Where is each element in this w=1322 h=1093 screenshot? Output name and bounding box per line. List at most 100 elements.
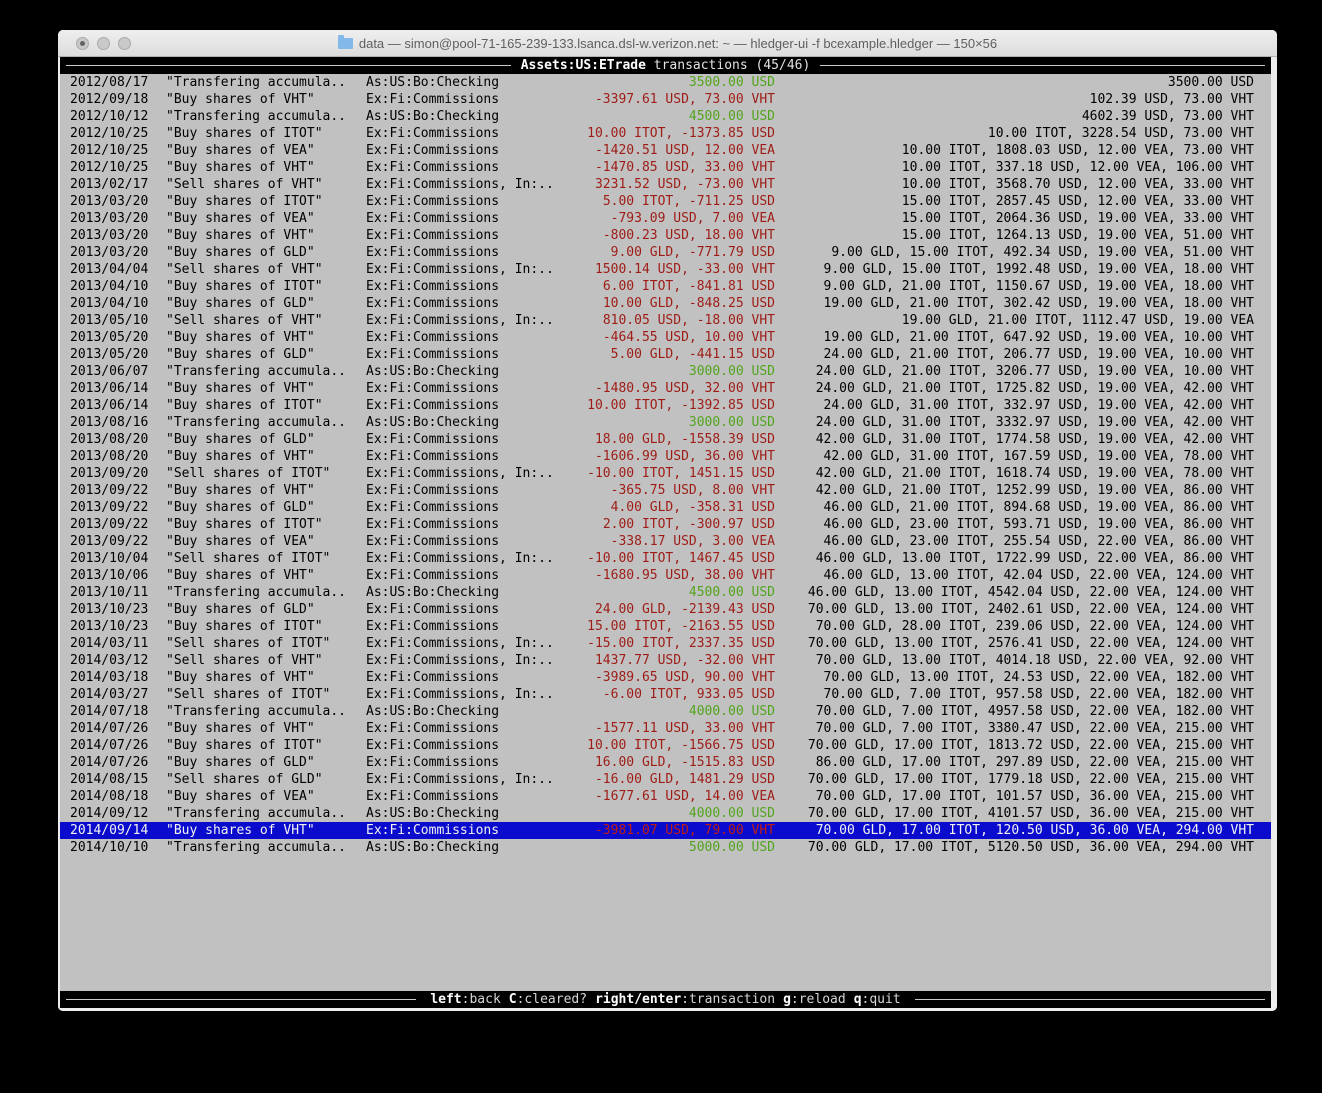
zoom-button[interactable] [118, 37, 131, 50]
txn-date: 2014/03/11 [70, 635, 166, 652]
txn-description: "Buy shares of GLD" [166, 346, 366, 363]
txn-date: 2013/06/07 [70, 363, 166, 380]
txn-description: "Buy shares of VHT" [166, 91, 366, 108]
txn-balance: 46.00 GLD, 23.00 ITOT, 593.71 USD, 19.00… [775, 516, 1271, 533]
transaction-row[interactable]: 2013/10/04"Sell shares of ITOT"Ex:Fi:Com… [60, 550, 1271, 567]
transaction-row[interactable]: 2014/07/26"Buy shares of VHT"Ex:Fi:Commi… [60, 720, 1271, 737]
hledger-ui-screen: Assets:US:ETrade transactions (45/46) 20… [60, 57, 1271, 1008]
transaction-row[interactable]: 2013/08/20"Buy shares of VHT"Ex:Fi:Commi… [60, 448, 1271, 465]
border-line [66, 999, 416, 1000]
transaction-row[interactable]: 2012/10/12"Transfering accumula..As:US:B… [60, 108, 1271, 125]
transaction-row[interactable]: 2013/05/10"Sell shares of VHT"Ex:Fi:Comm… [60, 312, 1271, 329]
transaction-row[interactable]: 2013/04/10"Buy shares of GLD"Ex:Fi:Commi… [60, 295, 1271, 312]
transaction-row[interactable]: 2014/07/26"Buy shares of ITOT"Ex:Fi:Comm… [60, 737, 1271, 754]
transaction-row[interactable]: 2012/10/25"Buy shares of ITOT"Ex:Fi:Comm… [60, 125, 1271, 142]
transaction-row[interactable]: 2013/09/22"Buy shares of VEA"Ex:Fi:Commi… [60, 533, 1271, 550]
transaction-row[interactable]: 2013/03/20"Buy shares of VEA"Ex:Fi:Commi… [60, 210, 1271, 227]
transaction-row[interactable]: 2013/08/20"Buy shares of GLD"Ex:Fi:Commi… [60, 431, 1271, 448]
txn-description: "Transfering accumula.. [166, 108, 366, 125]
txn-description: "Buy shares of ITOT" [166, 278, 366, 295]
txn-balance: 10.00 ITOT, 3228.54 USD, 73.00 VHT [775, 125, 1271, 142]
transaction-row[interactable]: 2014/09/12"Transfering accumula..As:US:B… [60, 805, 1271, 822]
txn-date: 2013/10/04 [70, 550, 166, 567]
transaction-row[interactable]: 2013/06/14"Buy shares of VHT"Ex:Fi:Commi… [60, 380, 1271, 397]
txn-description: "Transfering accumula.. [166, 839, 366, 856]
traffic-lights [76, 30, 131, 56]
transaction-row[interactable]: 2013/03/20"Buy shares of VHT"Ex:Fi:Commi… [60, 227, 1271, 244]
txn-balance: 24.00 GLD, 21.00 ITOT, 206.77 USD, 19.00… [775, 346, 1271, 363]
transaction-row[interactable]: 2014/03/27"Sell shares of ITOT"Ex:Fi:Com… [60, 686, 1271, 703]
txn-description: "Buy shares of VHT" [166, 669, 366, 686]
transaction-row[interactable]: 2014/03/12"Sell shares of VHT"Ex:Fi:Comm… [60, 652, 1271, 669]
transaction-row[interactable]: 2014/03/18"Buy shares of VHT"Ex:Fi:Commi… [60, 669, 1271, 686]
transaction-row[interactable]: 2013/06/07"Transfering accumula..As:US:B… [60, 363, 1271, 380]
txn-change: -1577.11 USD, 33.00 VHT [586, 720, 775, 737]
txn-balance: 9.00 GLD, 15.00 ITOT, 492.34 USD, 19.00 … [775, 244, 1271, 261]
txn-other-accounts: Ex:Fi:Commissions [366, 720, 586, 737]
transaction-row[interactable]: 2012/10/25"Buy shares of VHT"Ex:Fi:Commi… [60, 159, 1271, 176]
transaction-row[interactable]: 2012/08/17"Transfering accumula..As:US:B… [60, 74, 1271, 91]
txn-other-accounts: Ex:Fi:Commissions [366, 499, 586, 516]
transaction-row[interactable]: 2013/09/22"Buy shares of VHT"Ex:Fi:Commi… [60, 482, 1271, 499]
help-key: q [854, 992, 862, 1007]
transaction-row[interactable]: 2013/10/11"Transfering accumula..As:US:B… [60, 584, 1271, 601]
txn-other-accounts: Ex:Fi:Commissions [366, 397, 586, 414]
transaction-row[interactable]: 2014/08/15"Sell shares of GLD"Ex:Fi:Comm… [60, 771, 1271, 788]
txn-other-accounts: Ex:Fi:Commissions [366, 295, 586, 312]
transaction-row[interactable]: 2014/08/18"Buy shares of VEA"Ex:Fi:Commi… [60, 788, 1271, 805]
transaction-row[interactable]: 2013/03/20"Buy shares of ITOT"Ex:Fi:Comm… [60, 193, 1271, 210]
txn-description: "Transfering accumula.. [166, 414, 366, 431]
minimize-button[interactable] [97, 37, 110, 50]
txn-date: 2013/03/20 [70, 227, 166, 244]
transaction-row[interactable]: 2014/07/18"Transfering accumula..As:US:B… [60, 703, 1271, 720]
txn-change: -793.09 USD, 7.00 VEA [586, 210, 775, 227]
transaction-row[interactable]: 2013/10/23"Buy shares of ITOT"Ex:Fi:Comm… [60, 618, 1271, 635]
transaction-row[interactable]: 2014/09/14"Buy shares of VHT"Ex:Fi:Commi… [60, 822, 1271, 839]
txn-date: 2013/03/20 [70, 210, 166, 227]
transaction-row[interactable]: 2013/10/23"Buy shares of GLD"Ex:Fi:Commi… [60, 601, 1271, 618]
transaction-row[interactable]: 2013/09/22"Buy shares of GLD"Ex:Fi:Commi… [60, 499, 1271, 516]
transaction-row[interactable]: 2013/05/20"Buy shares of GLD"Ex:Fi:Commi… [60, 346, 1271, 363]
txn-change: 24.00 GLD, -2139.43 USD [586, 601, 775, 618]
txn-change: -10.00 ITOT, 1467.45 USD [586, 550, 775, 567]
txn-date: 2013/02/17 [70, 176, 166, 193]
txn-description: "Buy shares of VEA" [166, 788, 366, 805]
txn-other-accounts: Ex:Fi:Commissions, In:.. [366, 550, 586, 567]
txn-description: "Buy shares of VHT" [166, 822, 366, 839]
txn-description: "Sell shares of VHT" [166, 312, 366, 329]
screen-account-name: Assets:US:ETrade [521, 58, 646, 73]
transaction-row[interactable]: 2013/08/16"Transfering accumula..As:US:B… [60, 414, 1271, 431]
txn-other-accounts: Ex:Fi:Commissions [366, 533, 586, 550]
transaction-row[interactable]: 2012/10/25"Buy shares of VEA"Ex:Fi:Commi… [60, 142, 1271, 159]
transaction-row[interactable]: 2014/07/26"Buy shares of GLD"Ex:Fi:Commi… [60, 754, 1271, 771]
transaction-row[interactable]: 2013/04/10"Buy shares of ITOT"Ex:Fi:Comm… [60, 278, 1271, 295]
txn-balance: 70.00 GLD, 13.00 ITOT, 2402.61 USD, 22.0… [775, 601, 1271, 618]
transaction-row[interactable]: 2013/04/04"Sell shares of VHT"Ex:Fi:Comm… [60, 261, 1271, 278]
transaction-row[interactable]: 2013/06/14"Buy shares of ITOT"Ex:Fi:Comm… [60, 397, 1271, 414]
transaction-row[interactable]: 2014/03/11"Sell shares of ITOT"Ex:Fi:Com… [60, 635, 1271, 652]
transaction-row[interactable]: 2013/05/20"Buy shares of VHT"Ex:Fi:Commi… [60, 329, 1271, 346]
transaction-row[interactable]: 2013/09/20"Sell shares of ITOT"Ex:Fi:Com… [60, 465, 1271, 482]
transaction-row[interactable]: 2013/03/20"Buy shares of GLD"Ex:Fi:Commi… [60, 244, 1271, 261]
txn-balance: 70.00 GLD, 7.00 ITOT, 3380.47 USD, 22.00… [775, 720, 1271, 737]
txn-other-accounts: Ex:Fi:Commissions, In:.. [366, 261, 586, 278]
transaction-row[interactable]: 2013/09/22"Buy shares of ITOT"Ex:Fi:Comm… [60, 516, 1271, 533]
txn-balance: 10.00 ITOT, 3568.70 USD, 12.00 VEA, 33.0… [775, 176, 1271, 193]
txn-balance: 9.00 GLD, 21.00 ITOT, 1150.67 USD, 19.00… [775, 278, 1271, 295]
txn-description: "Buy shares of ITOT" [166, 125, 366, 142]
transaction-row[interactable]: 2013/10/06"Buy shares of VHT"Ex:Fi:Commi… [60, 567, 1271, 584]
transaction-row[interactable]: 2012/09/18"Buy shares of VHT"Ex:Fi:Commi… [60, 91, 1271, 108]
txn-date: 2013/10/06 [70, 567, 166, 584]
edited-dot-icon [80, 41, 85, 46]
help-desc: :quit [862, 992, 901, 1007]
txn-date: 2013/08/16 [70, 414, 166, 431]
txn-description: "Buy shares of VHT" [166, 448, 366, 465]
txn-change: 18.00 GLD, -1558.39 USD [586, 431, 775, 448]
close-button[interactable] [76, 37, 89, 50]
transaction-row[interactable]: 2013/02/17"Sell shares of VHT"Ex:Fi:Comm… [60, 176, 1271, 193]
txn-balance: 42.00 GLD, 31.00 ITOT, 167.59 USD, 19.00… [775, 448, 1271, 465]
txn-date: 2012/10/25 [70, 125, 166, 142]
txn-change: -1677.61 USD, 14.00 VEA [586, 788, 775, 805]
txn-other-accounts: Ex:Fi:Commissions, In:.. [366, 686, 586, 703]
transaction-row[interactable]: 2014/10/10"Transfering accumula..As:US:B… [60, 839, 1271, 856]
